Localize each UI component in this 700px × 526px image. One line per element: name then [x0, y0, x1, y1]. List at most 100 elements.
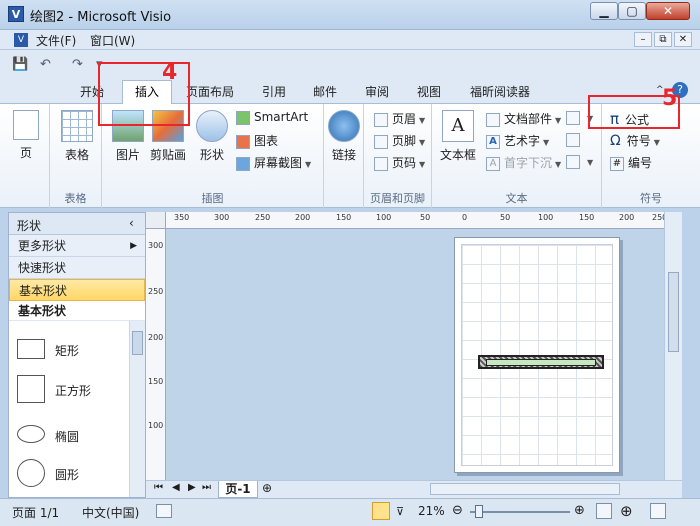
rectangle-shape[interactable]	[17, 339, 45, 359]
page-button[interactable]: 页	[10, 110, 42, 161]
prev-page-icon[interactable]: ◀	[172, 482, 180, 493]
tab-view[interactable]: 视图	[417, 83, 441, 100]
tab-page-layout[interactable]: 页面布局	[186, 83, 234, 100]
horizontal-ruler: 350 300 250 200 150 100 50 0 50 100 150 …	[166, 212, 664, 229]
circle-shape[interactable]	[17, 459, 45, 487]
quick-shapes-item[interactable]: 快速形状	[9, 257, 145, 279]
symbol-button[interactable]: Ω 符号 ▼	[610, 132, 660, 149]
pagenum-button[interactable]: 页码 ▼	[374, 154, 425, 171]
object-button[interactable]: ▼	[566, 154, 593, 169]
presentation-view-icon[interactable]: ⊽	[396, 505, 404, 518]
stencil-scroll-thumb[interactable]	[132, 331, 143, 355]
h-tick: 50	[500, 213, 511, 222]
fit-page-icon[interactable]	[596, 503, 612, 519]
visio-app-icon[interactable]: V	[8, 6, 24, 22]
pan-zoom-icon[interactable]: ⊕	[620, 502, 633, 520]
fullscreen-view-icon[interactable]	[372, 502, 390, 520]
close-button[interactable]: ✕	[646, 2, 690, 20]
shapes-button[interactable]: 形状	[194, 110, 230, 163]
screenshot-icon	[236, 156, 250, 171]
save-icon[interactable]: 💾	[12, 57, 28, 72]
page-tab-1[interactable]: 页-1	[218, 481, 258, 498]
next-page-icon[interactable]: ▶	[188, 482, 196, 493]
group-page: 页	[0, 104, 50, 208]
footer-button[interactable]: 页脚 ▼	[374, 132, 425, 149]
ellipse-shape[interactable]	[17, 425, 45, 443]
wordart-button[interactable]: A 艺术字 ▼	[486, 132, 549, 149]
group-symbols-label: 符号	[640, 192, 662, 205]
drawing-area[interactable]	[166, 229, 664, 484]
table-button-label: 表格	[64, 148, 89, 162]
collapse-panel-icon[interactable]: ‹	[129, 216, 134, 230]
menu-file[interactable]: 文件(F)	[36, 32, 76, 49]
shapes-button-label: 形状	[199, 148, 224, 162]
table-icon	[61, 110, 93, 142]
zoom-slider[interactable]	[470, 511, 570, 513]
canvas-vertical-scrollbar[interactable]	[664, 212, 682, 484]
doc-minimize-button[interactable]: –	[634, 32, 652, 47]
horizontal-scrollbar[interactable]	[430, 483, 620, 495]
zoom-out-icon[interactable]: ⊖	[452, 503, 463, 518]
switch-windows-icon[interactable]	[650, 503, 666, 519]
screenshot-button[interactable]: 屏幕截图 ▼	[236, 154, 311, 171]
tab-foxit-reader[interactable]: 福昕阅读器	[470, 83, 530, 100]
maximize-button[interactable]: ▢	[618, 2, 646, 20]
arrow-right-icon: ▶	[130, 241, 137, 251]
group-text: A 文本框 文档部件 ▼ A 艺术字 ▼ A 首字下沉 ▼ ▼ ▼ 文本	[432, 104, 602, 208]
doc-restore-button[interactable]: ⧉	[654, 32, 672, 47]
dropcap-button[interactable]: A 首字下沉 ▼	[486, 154, 561, 171]
selected-rectangle-shape[interactable]	[478, 355, 604, 369]
v-tick: 100	[148, 421, 164, 430]
textbox-button[interactable]: A 文本框	[438, 110, 478, 163]
tab-review[interactable]: 审阅	[365, 83, 389, 100]
page-button-label: 页	[19, 146, 32, 160]
page-number-icon	[374, 156, 388, 171]
stencil-scrollbar[interactable]	[129, 321, 145, 497]
shapes-panel-header: 形状 ‹	[9, 213, 145, 235]
links-button[interactable]: 链接	[328, 110, 360, 163]
rectangle-fill	[486, 359, 596, 366]
h-tick: 200	[295, 213, 311, 222]
tab-references[interactable]: 引用	[262, 83, 286, 100]
zoom-level[interactable]: 21%	[418, 504, 445, 518]
wordart-icon: A	[486, 134, 500, 149]
more-shapes-label: 更多形状	[18, 239, 67, 253]
table-button[interactable]: 表格	[60, 110, 94, 163]
datetime-icon	[566, 132, 580, 147]
stencil-title: 基本形状	[9, 301, 145, 321]
docparts-button[interactable]: 文档部件 ▼	[486, 110, 561, 127]
square-label: 正方形	[55, 384, 92, 398]
circle-label: 圆形	[55, 468, 80, 482]
square-shape[interactable]	[17, 375, 45, 403]
drawing-page[interactable]	[454, 237, 620, 473]
tab-mailings[interactable]: 邮件	[313, 83, 337, 100]
zoom-slider-thumb[interactable]	[475, 505, 483, 518]
page-grid	[461, 244, 613, 466]
page-count-status[interactable]: 页面 1/1	[12, 504, 59, 521]
first-page-icon[interactable]: ⏮	[154, 482, 163, 493]
annotation-number-5: 5	[662, 86, 678, 111]
insert-page-icon[interactable]: ⊕	[262, 481, 272, 495]
doc-close-button[interactable]: ✕	[674, 32, 692, 47]
undo-icon[interactable]: ↶	[40, 57, 51, 72]
menu-window[interactable]: 窗口(W)	[90, 32, 135, 49]
object-icon	[566, 154, 580, 169]
header-button[interactable]: 页眉 ▼	[374, 110, 425, 127]
docparts-icon	[486, 112, 500, 127]
minimize-button[interactable]: ▁	[590, 2, 618, 20]
footer-label: 页脚	[392, 134, 417, 148]
zoom-in-icon[interactable]: ⊕	[574, 503, 585, 518]
smartart-button[interactable]: SmartArt	[236, 110, 308, 125]
chart-button[interactable]: 图表	[236, 132, 278, 149]
redo-icon[interactable]: ↷	[72, 57, 83, 72]
more-shapes-item[interactable]: 更多形状 ▶	[9, 235, 145, 257]
stencil-shapes: 矩形 正方形 椭圆 圆形	[9, 321, 145, 497]
last-page-icon[interactable]: ⏭	[202, 482, 211, 493]
number-button[interactable]: # 编号	[610, 154, 652, 171]
datetime-button[interactable]	[566, 132, 584, 147]
macro-record-icon[interactable]	[156, 504, 172, 518]
language-status[interactable]: 中文(中国)	[82, 504, 139, 521]
v-tick: 150	[148, 377, 164, 386]
basic-shapes-item[interactable]: 基本形状	[9, 279, 145, 301]
canvas-scroll-thumb[interactable]	[668, 272, 679, 352]
